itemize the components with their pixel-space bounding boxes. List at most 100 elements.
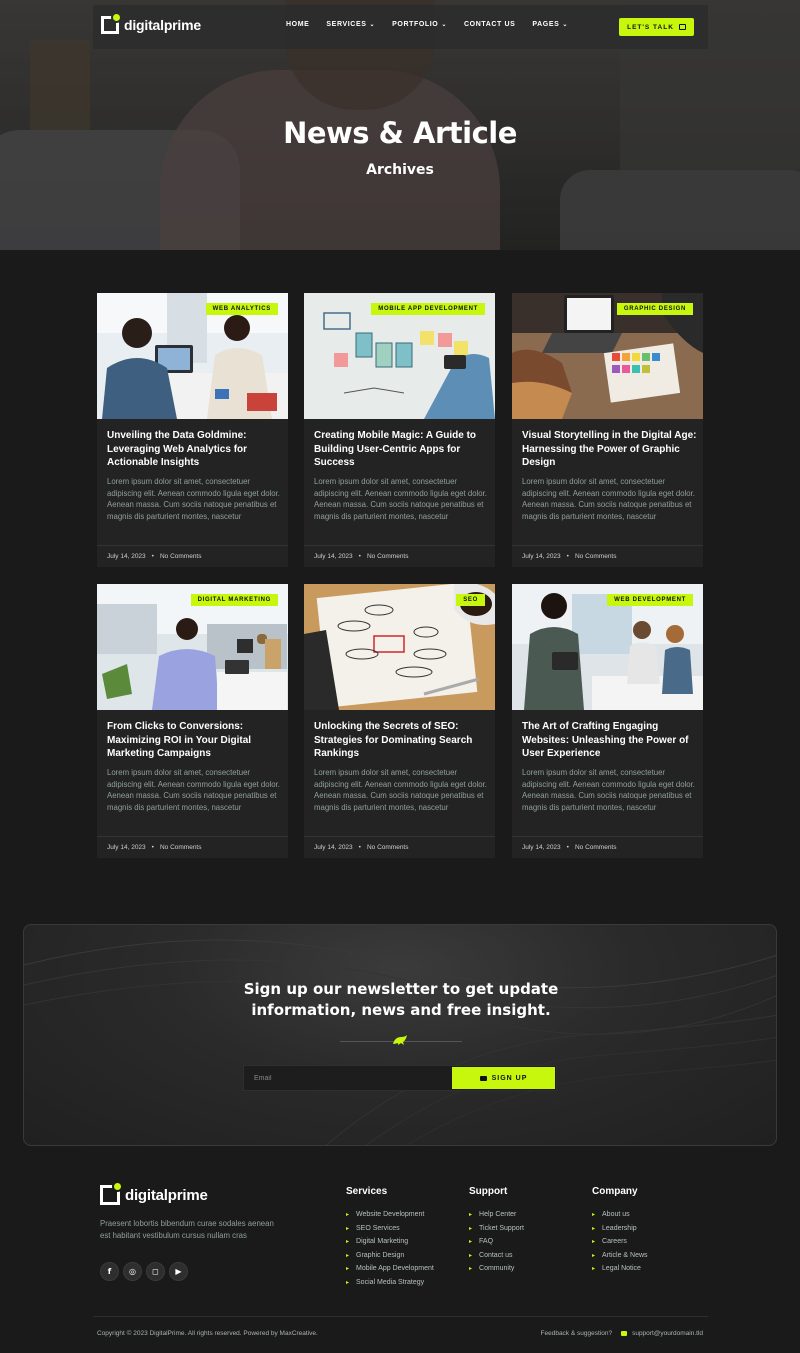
footer-link[interactable]: ▸ FAQ (469, 1235, 524, 1249)
footer-link[interactable]: ▸ SEO Services (346, 1222, 434, 1236)
caret-right-icon: ▸ (592, 1266, 596, 1273)
logo-text: digitalprime (125, 1186, 208, 1204)
caret-right-icon: ▸ (592, 1225, 596, 1232)
nav-item-portfolio[interactable]: PORTFOLIO ⌄ (392, 21, 447, 28)
post-date: July 14, 2023 (314, 844, 353, 851)
post-date: July 14, 2023 (107, 553, 146, 560)
lets-talk-button[interactable]: LET'S TALK (619, 18, 694, 36)
footer-link[interactable]: ▸ Legal Notice (592, 1262, 648, 1276)
caret-right-icon: ▸ (346, 1239, 350, 1246)
post-meta: July 14, 2023 • No Comments (304, 836, 495, 858)
top-navbar: digitalprime HOME SERVICES ⌄ PORTFOLIO ⌄ C… (93, 5, 708, 49)
post-comments[interactable]: No Comments (367, 553, 409, 560)
post-image[interactable]: GRAPHIC DESIGN (512, 293, 703, 419)
chevron-down-icon: ⌄ (441, 22, 447, 28)
footer-column-heading: Services (346, 1186, 388, 1197)
post-excerpt: Lorem ipsum dolor sit amet, consectetuer… (314, 477, 487, 521)
post-comments[interactable]: No Comments (367, 844, 409, 851)
post-title[interactable]: Creating Mobile Magic: A Guide to Buildi… (314, 429, 489, 470)
post-comments[interactable]: No Comments (160, 844, 202, 851)
caret-right-icon: ▸ (469, 1212, 473, 1219)
sign-up-button[interactable]: SIGN UP (452, 1067, 555, 1089)
post-title[interactable]: Unlocking the Secrets of SEO: Strategies… (314, 720, 489, 761)
post-meta: July 14, 2023 • No Comments (512, 836, 703, 858)
post-card[interactable]: SEO Unlocking the Secrets of SEO: Strate… (304, 584, 495, 858)
post-meta: July 14, 2023 • No Comments (97, 836, 288, 858)
lets-talk-label: LET'S TALK (627, 23, 674, 31)
post-card[interactable]: DIGITAL MARKETING From Clicks to Convers… (97, 584, 288, 858)
footer-link[interactable]: ▸ Community (469, 1262, 524, 1276)
category-tag[interactable]: MOBILE APP DEVELOPMENT (371, 303, 485, 315)
footer-description: Praesent lobortis bibendum curae sodales… (100, 1219, 274, 1240)
post-title[interactable]: The Art of Crafting Engaging Websites: U… (522, 720, 697, 761)
footer-link[interactable]: ▸ Leadership (592, 1222, 648, 1236)
youtube-icon[interactable]: ▶ (169, 1262, 188, 1281)
hero-banner: digitalprime HOME SERVICES ⌄ PORTFOLIO ⌄ C… (0, 0, 800, 250)
main-menu: HOME SERVICES ⌄ PORTFOLIO ⌄ CONTACT US PAG… (286, 21, 585, 28)
post-excerpt: Lorem ipsum dolor sit amet, consectetuer… (522, 477, 695, 521)
post-image[interactable]: MOBILE APP DEVELOPMENT (304, 293, 495, 419)
caret-right-icon: ▸ (592, 1212, 596, 1219)
caret-right-icon: ▸ (346, 1212, 350, 1219)
footer-link[interactable]: ▸ Help Center (469, 1208, 524, 1222)
feedback-label: Feedback & suggestion? (540, 1330, 613, 1337)
post-date: July 14, 2023 (107, 844, 146, 851)
category-tag[interactable]: SEO (456, 594, 485, 606)
post-image[interactable]: SEO (304, 584, 495, 710)
footer-link[interactable]: ▸ Article & News (592, 1249, 648, 1263)
caret-right-icon: ▸ (346, 1225, 350, 1232)
newsletter-section: Sign up our newsletter to get update inf… (23, 924, 777, 1146)
footer-link[interactable]: ▸ Ticket Support (469, 1222, 524, 1236)
post-card[interactable]: MOBILE APP DEVELOPMENT Creating Mobile M… (304, 293, 495, 567)
post-image[interactable]: WEB ANALYTICS (97, 293, 288, 419)
newsletter-heading-line: information, news and free insight. (251, 1001, 551, 1019)
footer-column-heading: Company (592, 1186, 638, 1197)
footer-link[interactable]: ▸ Graphic Design (346, 1249, 434, 1263)
footer-column-services: Services ▸ Website Development ▸ SEO Servi… (346, 1186, 434, 1289)
post-card[interactable]: GRAPHIC DESIGN Visual Storytelling in th… (512, 293, 703, 567)
support-email-link[interactable]: support@yourdomain.tld (632, 1330, 703, 1337)
newsletter-form: SIGN UP (243, 1065, 557, 1091)
post-image[interactable]: DIGITAL MARKETING (97, 584, 288, 710)
dribbble-icon[interactable]: ◎ (123, 1262, 142, 1281)
footer-link[interactable]: ▸ Digital Marketing (346, 1235, 434, 1249)
post-excerpt: Lorem ipsum dolor sit amet, consectetuer… (107, 768, 280, 812)
category-tag[interactable]: WEB ANALYTICS (205, 303, 278, 315)
logo-text: digitalprime (124, 17, 201, 33)
nav-item-pages[interactable]: PAGES ⌄ (532, 21, 568, 28)
page-title: News & Article (283, 116, 517, 150)
post-card[interactable]: WEB ANALYTICS Unveiling the Data Goldmin… (97, 293, 288, 567)
nav-item-contact[interactable]: CONTACT US (464, 21, 515, 28)
post-excerpt: Lorem ipsum dolor sit amet, consectetuer… (314, 768, 487, 812)
post-comments[interactable]: No Comments (575, 553, 617, 560)
post-card[interactable]: WEB DEVELOPMENT The Art of Crafting Enga… (512, 584, 703, 858)
footer-logo[interactable]: digitalprime (100, 1181, 208, 1205)
footer-column-support: Support ▸ Help Center ▸ Ticket Support ▸ FA… (469, 1186, 524, 1276)
site-logo[interactable]: digitalprime (101, 12, 201, 34)
envelope-icon (479, 1075, 487, 1081)
post-title[interactable]: From Clicks to Conversions: Maximizing R… (107, 720, 282, 761)
post-image[interactable]: WEB DEVELOPMENT (512, 584, 703, 710)
post-title[interactable]: Visual Storytelling in the Digital Age: … (522, 429, 697, 470)
footer-link[interactable]: ▸ Mobile App Development (346, 1262, 434, 1276)
email-input[interactable] (244, 1066, 451, 1090)
footer-link[interactable]: ▸ Contact us (469, 1249, 524, 1263)
footer-column-heading: Support (469, 1186, 508, 1197)
footer-link[interactable]: ▸ Website Development (346, 1208, 434, 1222)
post-meta: July 14, 2023 • No Comments (512, 545, 703, 567)
instagram-icon[interactable]: ◻ (146, 1262, 165, 1281)
category-tag[interactable]: WEB DEVELOPMENT (607, 594, 693, 606)
category-tag[interactable]: GRAPHIC DESIGN (616, 303, 693, 315)
footer-link[interactable]: ▸ Social Media Strategy (346, 1276, 434, 1290)
post-title[interactable]: Unveiling the Data Goldmine: Leveraging … (107, 429, 282, 470)
caret-right-icon: ▸ (469, 1252, 473, 1259)
footer-link[interactable]: ▸ Careers (592, 1235, 648, 1249)
nav-item-services[interactable]: SERVICES ⌄ (326, 21, 375, 28)
facebook-icon[interactable]: f (100, 1262, 119, 1281)
post-comments[interactable]: No Comments (575, 844, 617, 851)
category-tag[interactable]: DIGITAL MARKETING (190, 594, 278, 606)
nav-item-home[interactable]: HOME (286, 21, 309, 28)
footer-link[interactable]: ▸ About us (592, 1208, 648, 1222)
post-comments[interactable]: No Comments (160, 553, 202, 560)
caret-right-icon: ▸ (592, 1239, 596, 1246)
